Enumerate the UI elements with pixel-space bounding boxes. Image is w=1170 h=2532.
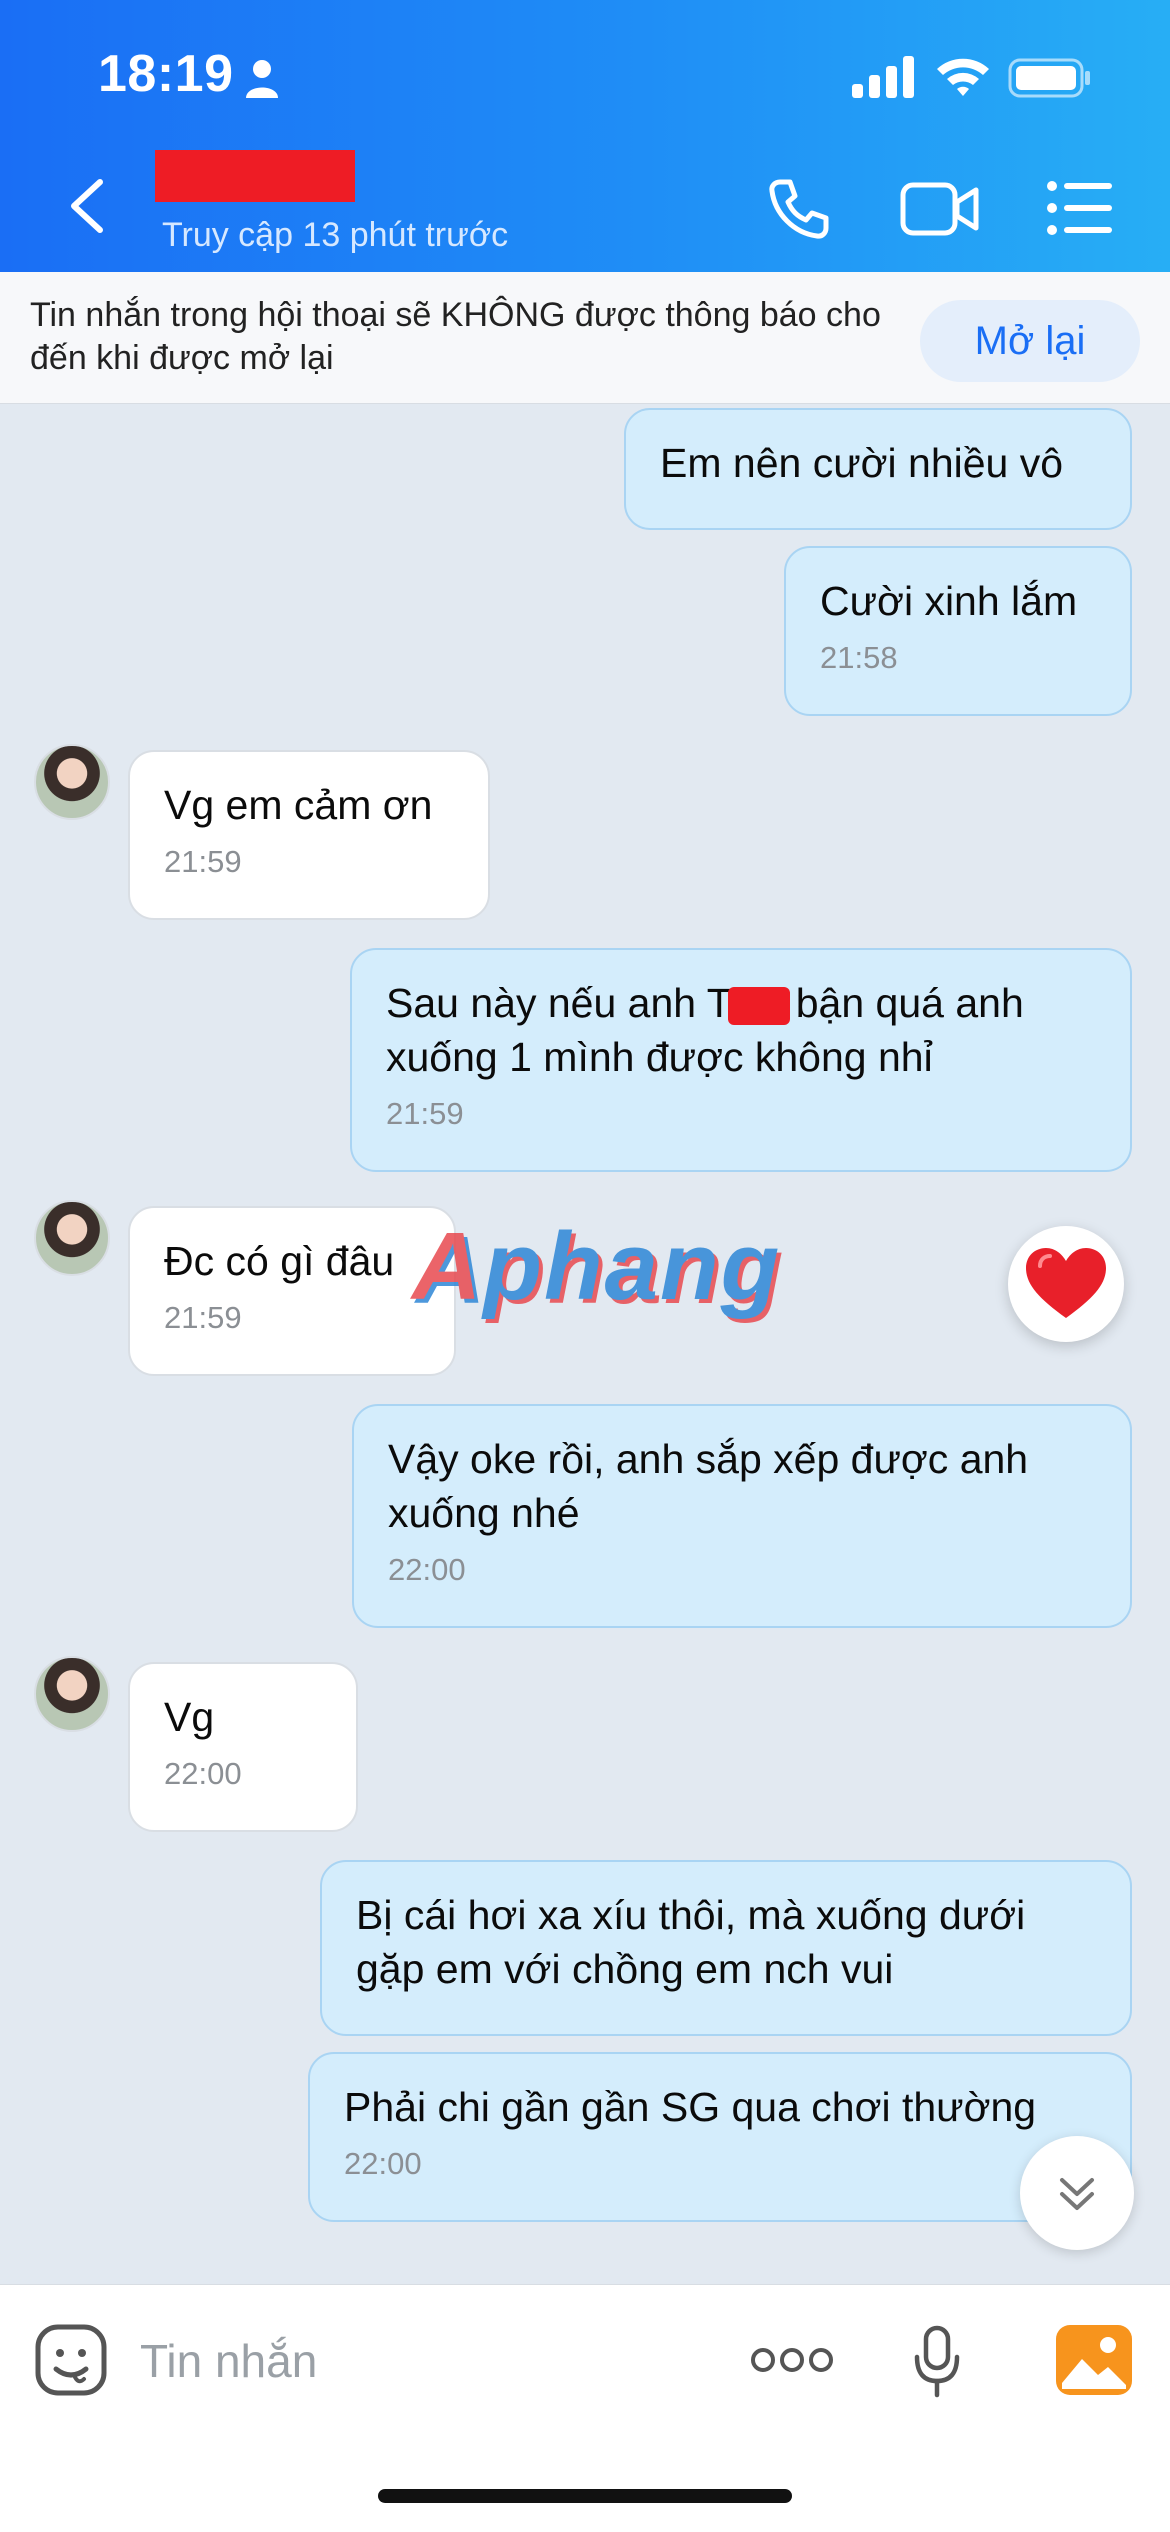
message-bubble[interactable]: Bị cái hơi xa xíu thôi, mà xuống dưới gặ… xyxy=(320,1860,1132,2036)
message-bubble[interactable]: Đc có gì đâu 21:59 xyxy=(128,1206,456,1376)
wifi-icon xyxy=(937,58,989,96)
message-bubble[interactable]: Cười xinh lắm 21:58 xyxy=(784,546,1132,716)
contact-avatar[interactable] xyxy=(34,1656,110,1732)
scroll-to-bottom-button[interactable] xyxy=(1020,2136,1134,2250)
message-time: 22:00 xyxy=(164,1756,242,1791)
message-bubble[interactable]: Vậy oke rồi, anh sắp xếp được anh xuống … xyxy=(352,1404,1132,1628)
message-time: 22:00 xyxy=(388,1552,466,1587)
mute-notice-banner: Tin nhắn trong hội thoại sẽ KHÔNG được t… xyxy=(0,272,1170,404)
message-time: 21:59 xyxy=(164,844,242,879)
heart-icon xyxy=(1026,1248,1106,1318)
message-bubble[interactable]: Vg 22:00 xyxy=(128,1662,358,1832)
watermark-text: phang xyxy=(483,1213,782,1320)
last-seen-status: Truy cập 13 phút trước xyxy=(162,216,509,254)
phone-call-icon[interactable] xyxy=(766,176,832,242)
image-gallery-icon[interactable] xyxy=(1056,2325,1132,2395)
microphone-icon[interactable] xyxy=(912,2325,962,2399)
message-input[interactable] xyxy=(140,2321,700,2401)
status-time: 18:19 xyxy=(98,45,234,103)
watermark-logo: Aphang xyxy=(412,1212,781,1322)
watermark-letter: A xyxy=(412,1213,484,1320)
message-bubble[interactable]: Sau này nếu anh Tbận quá anh xuống 1 mìn… xyxy=(350,948,1132,1172)
message-time: 22:00 xyxy=(344,2146,422,2181)
message-text-start: Sau này nếu anh T xyxy=(386,980,732,1026)
message-text: Vg em cảm ơn xyxy=(164,782,433,828)
message-bubble[interactable]: Em nên cười nhiều vô xyxy=(624,408,1132,530)
message-text: Em nên cười nhiều vô xyxy=(660,440,1064,486)
emoji-sticker-icon[interactable] xyxy=(34,2323,108,2397)
contact-avatar[interactable] xyxy=(34,1200,110,1276)
signal-icon xyxy=(852,56,914,98)
message-bubble[interactable]: Phải chi gần gần SG qua chơi thường 22:0… xyxy=(308,2052,1132,2222)
battery-icon xyxy=(1008,58,1090,98)
message-text: Bị cái hơi xa xíu thôi, mà xuống dưới gặ… xyxy=(356,1892,1026,1992)
contact-avatar[interactable] xyxy=(34,744,110,820)
reopen-notifications-button[interactable]: Mở lại xyxy=(920,300,1140,382)
double-chevron-down-icon xyxy=(1060,2178,1094,2210)
message-text: Vậy oke rồi, anh sắp xếp được anh xuống … xyxy=(388,1436,1029,1536)
chat-header: 18:19 Truy cập 13 phút trước xyxy=(0,0,1170,272)
message-text: Vg xyxy=(164,1694,215,1740)
home-indicator xyxy=(378,2489,792,2503)
person-icon xyxy=(246,60,278,98)
heart-reaction-button[interactable] xyxy=(1008,1226,1124,1342)
message-time: 21:59 xyxy=(164,1300,242,1335)
back-arrow-icon[interactable] xyxy=(64,176,108,236)
mute-notice-text: Tin nhắn trong hội thoại sẽ KHÔNG được t… xyxy=(30,296,881,377)
message-time: 21:58 xyxy=(820,640,898,675)
message-bubble[interactable]: Vg em cảm ơn 21:59 xyxy=(128,750,490,920)
message-time: 21:59 xyxy=(386,1096,464,1131)
more-options-icon[interactable] xyxy=(750,2345,834,2375)
redacted-name xyxy=(727,987,790,1026)
contact-name-redacted[interactable] xyxy=(155,150,355,202)
video-call-icon[interactable] xyxy=(900,180,980,238)
menu-list-icon[interactable] xyxy=(1046,180,1114,236)
message-text: Đc có gì đâu xyxy=(164,1238,395,1284)
message-text: Phải chi gần gần SG qua chơi thường xyxy=(344,2084,1037,2130)
message-input-bar xyxy=(0,2284,1170,2532)
message-text: Cười xinh lắm xyxy=(820,578,1078,624)
